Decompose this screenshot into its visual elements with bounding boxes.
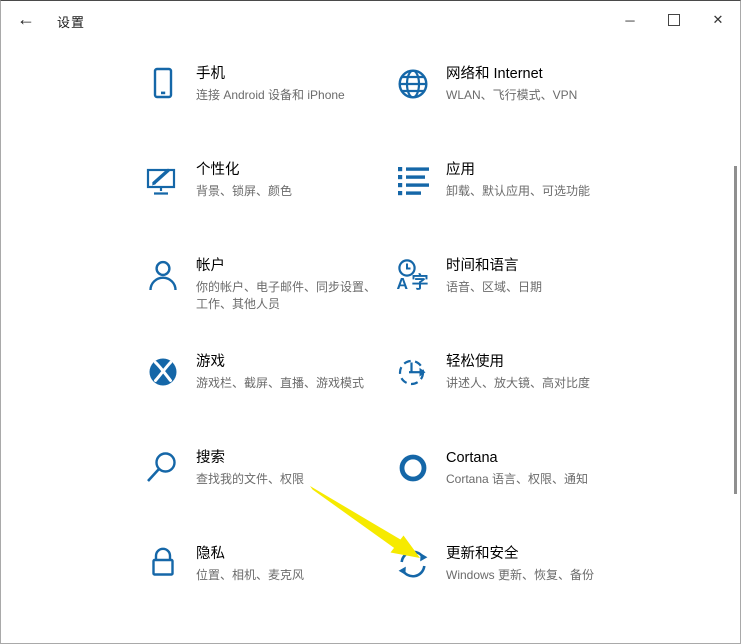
tile-apps[interactable]: 应用 卸载、默认应用、可选功能	[395, 159, 645, 255]
tile-title: 时间和语言	[446, 256, 628, 276]
tile-subtitle: 查找我的文件、权限	[196, 471, 378, 488]
tile-title: 手机	[196, 64, 378, 84]
tile-subtitle: 位置、相机、麦克风	[196, 567, 378, 584]
tile-update-security[interactable]: 更新和安全 Windows 更新、恢复、备份	[395, 543, 645, 639]
apps-list-icon	[395, 162, 431, 198]
maximize-icon	[668, 14, 680, 26]
clock-language-icon: A字	[395, 258, 431, 294]
person-icon	[145, 258, 181, 294]
phone-icon	[145, 66, 181, 102]
xbox-icon	[145, 354, 181, 390]
maximize-button[interactable]	[652, 1, 696, 39]
svg-text:A: A	[397, 276, 409, 293]
minimize-icon: ─	[625, 13, 634, 28]
svg-text:字: 字	[412, 272, 429, 292]
scrollbar-thumb[interactable]	[734, 166, 737, 494]
settings-grid: 手机 连接 Android 设备和 iPhone 网络和 Internet WL…	[145, 63, 645, 639]
tile-title: 个性化	[196, 160, 378, 180]
tile-subtitle: Cortana 语言、权限、通知	[446, 471, 628, 488]
close-button[interactable]: ✕	[696, 1, 740, 39]
cortana-ring-icon	[395, 450, 431, 486]
tile-title: 游戏	[196, 352, 378, 372]
window-title: 设置	[57, 12, 85, 31]
tile-cortana[interactable]: Cortana Cortana 语言、权限、通知	[395, 447, 645, 543]
tile-subtitle: 连接 Android 设备和 iPhone	[196, 87, 378, 104]
tile-ease-of-access[interactable]: 轻松使用 讲述人、放大镜、高对比度	[395, 351, 645, 447]
back-arrow-icon: ←	[17, 9, 35, 29]
tile-title: 搜索	[196, 448, 378, 468]
tile-subtitle: 卸载、默认应用、可选功能	[446, 183, 628, 200]
tile-subtitle: 游戏栏、截屏、直播、游戏模式	[196, 375, 378, 392]
tile-search[interactable]: 搜索 查找我的文件、权限	[145, 447, 395, 543]
personalization-icon	[145, 162, 181, 198]
tile-subtitle: Windows 更新、恢复、备份	[446, 567, 628, 584]
tile-privacy[interactable]: 隐私 位置、相机、麦克风	[145, 543, 395, 639]
tile-title: 帐户	[196, 256, 378, 276]
tile-subtitle: 讲述人、放大镜、高对比度	[446, 375, 628, 392]
titlebar: ← 设置 ─ ✕	[1, 1, 740, 39]
tile-gaming[interactable]: 游戏 游戏栏、截屏、直播、游戏模式	[145, 351, 395, 447]
globe-icon	[395, 66, 431, 102]
tile-subtitle: 背景、锁屏、颜色	[196, 183, 378, 200]
tile-title: 隐私	[196, 544, 378, 564]
tile-title: 网络和 Internet	[446, 64, 628, 84]
lock-icon	[145, 546, 181, 582]
tile-title: Cortana	[446, 448, 628, 468]
tile-title: 更新和安全	[446, 544, 628, 564]
tile-time-language[interactable]: A字 时间和语言 语音、区域、日期	[395, 255, 645, 351]
tile-subtitle: WLAN、飞行模式、VPN	[446, 87, 628, 104]
tile-title: 轻松使用	[446, 352, 628, 372]
tile-network[interactable]: 网络和 Internet WLAN、飞行模式、VPN	[395, 63, 645, 159]
sync-icon	[395, 546, 431, 582]
back-button[interactable]: ←	[7, 3, 45, 35]
window-controls: ─ ✕	[608, 1, 740, 39]
search-icon	[145, 450, 181, 486]
tile-personalization[interactable]: 个性化 背景、锁屏、颜色	[145, 159, 395, 255]
close-icon: ✕	[713, 12, 724, 28]
tile-accounts[interactable]: 帐户 你的帐户、电子邮件、同步设置、工作、其他人员	[145, 255, 395, 351]
minimize-button[interactable]: ─	[608, 1, 652, 39]
ease-of-access-icon	[395, 354, 431, 390]
tile-phone[interactable]: 手机 连接 Android 设备和 iPhone	[145, 63, 395, 159]
tile-subtitle: 语音、区域、日期	[446, 279, 628, 296]
tile-title: 应用	[446, 160, 628, 180]
tile-subtitle: 你的帐户、电子邮件、同步设置、工作、其他人员	[196, 279, 378, 313]
settings-window: ← 设置 ─ ✕ 手机 连接 Android 设备和 iPhone	[0, 0, 741, 644]
